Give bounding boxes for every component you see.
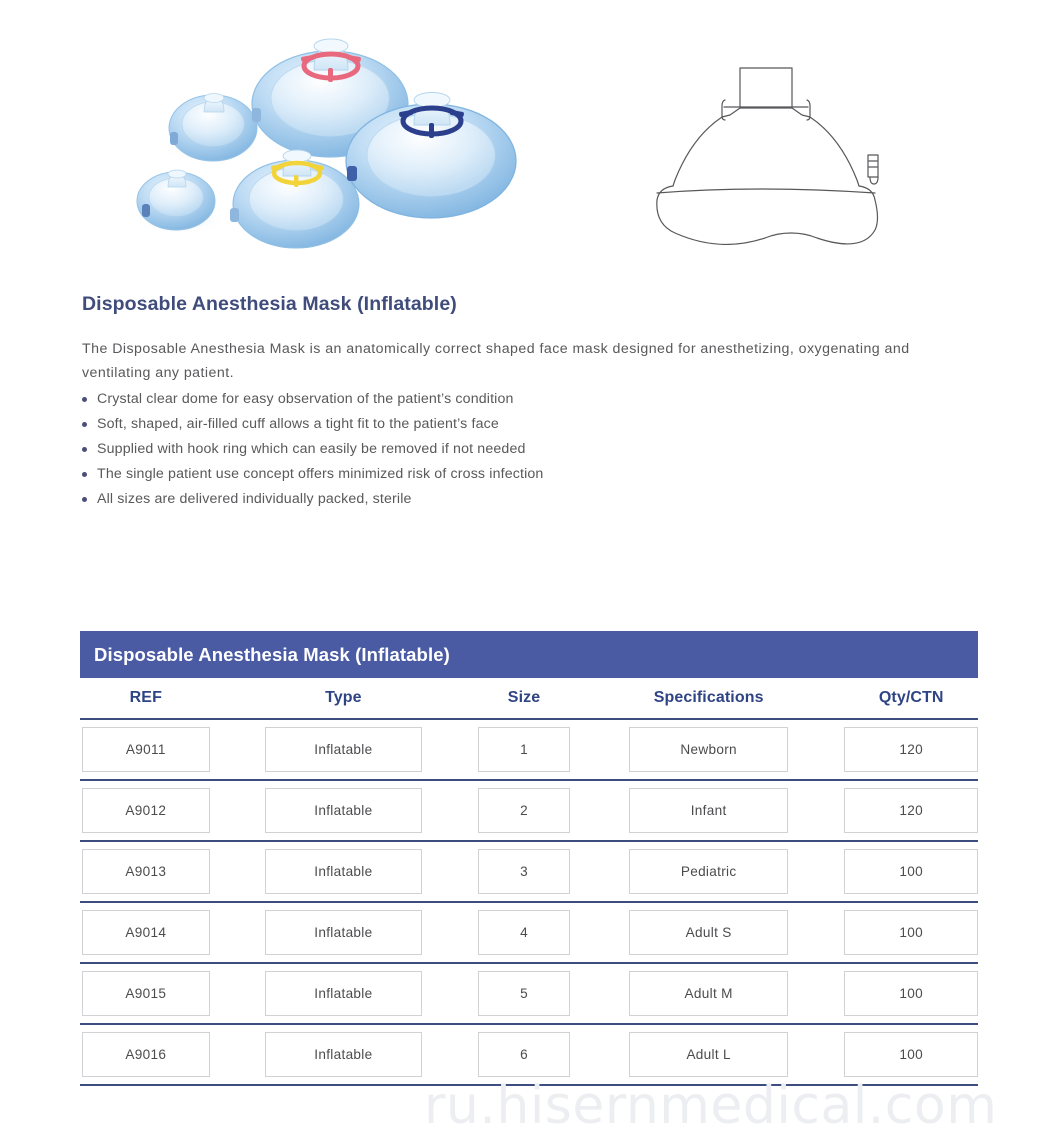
product-photo: [118, 8, 522, 266]
cell-type: Inflatable: [264, 727, 423, 772]
feature-text: All sizes are delivered individually pac…: [97, 491, 412, 507]
feature-text: Crystal clear dome for easy observation …: [97, 391, 514, 407]
cell-qty: 100: [844, 971, 978, 1016]
cell-qty: 120: [844, 788, 978, 833]
column-header-type: Type: [325, 689, 362, 706]
column-header-size: Size: [507, 689, 541, 706]
bullet-icon: [82, 397, 87, 402]
cell-size: 2: [478, 788, 570, 833]
cell-ref: A9014: [82, 910, 210, 955]
feature-text: Soft, shaped, air-filled cuff allows a t…: [97, 416, 499, 432]
cell-qty: 100: [844, 849, 978, 894]
page-title: Disposable Anesthesia Mask (Inflatable): [82, 293, 457, 315]
product-description: The Disposable Anesthesia Mask is an ana…: [82, 341, 910, 381]
mask-photo-item: [136, 169, 216, 231]
table-row: A9013 Inflatable 3 Pediatric 100: [80, 842, 978, 903]
list-item: Supplied with hook ring which can easily…: [82, 437, 782, 462]
cell-spec: Adult L: [628, 1032, 789, 1077]
table-header-row: REF Type Size Specifications Qty/CTN: [80, 678, 978, 720]
cell-ref: A9012: [82, 788, 210, 833]
bullet-icon: [82, 447, 87, 452]
cell-size: 1: [478, 727, 570, 772]
table-row: A9012 Inflatable 2 Infant 120: [80, 781, 978, 842]
cell-size: 3: [478, 849, 570, 894]
cell-size: 5: [478, 971, 570, 1016]
column-header-qty: Qty/CTN: [878, 689, 944, 706]
table-row: A9014 Inflatable 4 Adult S 100: [80, 903, 978, 964]
site-watermark: ru.hisernmedical.com: [424, 1076, 998, 1136]
cell-size: 4: [478, 910, 570, 955]
cell-ref: A9016: [82, 1032, 210, 1077]
table-banner-title: Disposable Anesthesia Mask (Inflatable): [94, 643, 450, 665]
mask-photo-item: [168, 93, 258, 162]
list-item: Crystal clear dome for easy observation …: [82, 387, 782, 412]
mask-photo-item: [230, 149, 360, 249]
cell-spec: Pediatric: [628, 849, 789, 894]
bullet-icon: [82, 422, 87, 427]
bullet-icon: [82, 497, 87, 502]
table-row: A9011 Inflatable 1 Newborn 120: [80, 720, 978, 781]
cell-spec: Newborn: [628, 727, 789, 772]
cell-size: 6: [478, 1032, 570, 1077]
feature-text: Supplied with hook ring which can easily…: [97, 441, 526, 457]
list-item: The single patient use concept offers mi…: [82, 462, 782, 487]
cell-ref: A9015: [82, 971, 210, 1016]
cell-spec: Adult M: [628, 971, 789, 1016]
column-header-ref: REF: [129, 689, 162, 706]
cell-type: Inflatable: [264, 788, 423, 833]
column-header-specifications: Specifications: [653, 689, 764, 706]
table-banner: Disposable Anesthesia Mask (Inflatable): [80, 631, 978, 678]
feature-list: Crystal clear dome for easy observation …: [82, 387, 782, 512]
specification-table: Disposable Anesthesia Mask (Inflatable) …: [80, 631, 978, 1086]
list-item: Soft, shaped, air-filled cuff allows a t…: [82, 412, 782, 437]
cell-ref: A9013: [82, 849, 210, 894]
list-item: All sizes are delivered individually pac…: [82, 487, 782, 512]
cell-qty: 100: [844, 1032, 978, 1077]
cell-ref: A9011: [82, 727, 210, 772]
bullet-icon: [82, 472, 87, 477]
cell-type: Inflatable: [264, 849, 423, 894]
cell-type: Inflatable: [264, 1032, 423, 1077]
cell-type: Inflatable: [264, 910, 423, 955]
cell-qty: 120: [844, 727, 978, 772]
product-line-drawing: [620, 45, 956, 245]
cell-qty: 100: [844, 910, 978, 955]
feature-text: The single patient use concept offers mi…: [97, 466, 544, 482]
cell-type: Inflatable: [264, 971, 423, 1016]
table-row: A9015 Inflatable 5 Adult M 100: [80, 964, 978, 1025]
cell-spec: Infant: [628, 788, 789, 833]
cell-spec: Adult S: [628, 910, 789, 955]
hero-imagery: [0, 0, 1060, 278]
